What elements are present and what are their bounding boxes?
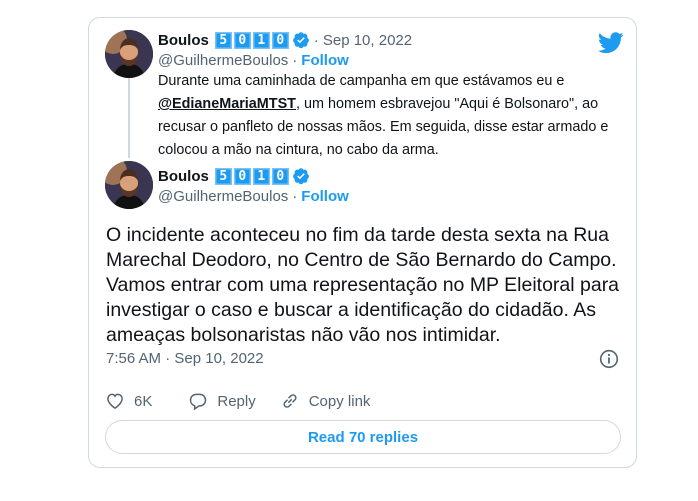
follow-button[interactable]: Follow [301, 188, 349, 205]
tweet-date[interactable]: Sep 10, 2022 [323, 32, 412, 49]
badge-digit: 5 [214, 31, 232, 49]
verified-badge-icon [292, 168, 309, 185]
reply-button[interactable]: Reply [188, 391, 256, 411]
avatar[interactable] [105, 161, 153, 209]
separator-dot: · [292, 188, 298, 205]
badge-digits: 5 0 1 0 [214, 31, 291, 49]
twitter-bird-icon[interactable] [598, 32, 624, 54]
quoted-author-row: Boulos 5 0 1 0 · Sep 10, 2022 [158, 31, 412, 49]
info-icon[interactable] [599, 349, 619, 369]
main-handle-row: @GuilhermeBoulos · Follow [158, 188, 349, 205]
author-handle[interactable]: @GuilhermeBoulos [158, 52, 288, 69]
badge-digits: 5 0 1 0 [214, 167, 291, 185]
quoted-handle-row: @GuilhermeBoulos · Follow [158, 52, 349, 69]
author-name[interactable]: Boulos [158, 32, 209, 49]
link-icon [283, 394, 297, 408]
thread-connector-line [128, 78, 130, 158]
badge-digit: 1 [252, 167, 270, 185]
mention-link[interactable]: @EdianeMariaMTST [158, 96, 296, 112]
copy-link-label: Copy link [308, 392, 371, 410]
heart-icon [107, 393, 123, 409]
quoted-text-part: Durante uma caminhada de campanha em que… [158, 73, 565, 89]
quoted-tweet-text: Durante uma caminhada de campanha em que… [158, 70, 628, 162]
main-author-row: Boulos 5 0 1 0 [158, 167, 310, 185]
avatar[interactable] [105, 30, 153, 78]
badge-digit: 0 [271, 167, 289, 185]
badge-digit: 0 [233, 167, 251, 185]
tweet-actions: 6K Reply Copy link [105, 391, 370, 411]
badge-digit: 0 [271, 31, 289, 49]
separator-dot: · [313, 31, 319, 49]
like-count: 6K [134, 392, 153, 410]
follow-button[interactable]: Follow [301, 52, 349, 69]
badge-digit: 5 [214, 167, 232, 185]
author-handle[interactable]: @GuilhermeBoulos [158, 188, 288, 205]
reply-bubble-icon [190, 393, 207, 411]
verified-badge-icon [292, 32, 309, 49]
tweet-timestamp[interactable]: 7:56 AM · Sep 10, 2022 [106, 350, 264, 367]
separator-dot: · [292, 52, 298, 69]
copy-link-button[interactable]: Copy link [280, 391, 371, 411]
like-button[interactable]: 6K [105, 391, 152, 411]
author-name[interactable]: Boulos [158, 168, 209, 185]
tweet-text: O incidente aconteceu no fim da tarde de… [106, 224, 620, 346]
badge-digit: 0 [233, 31, 251, 49]
read-replies-button[interactable]: Read 70 replies [105, 420, 621, 454]
reply-label: Reply [217, 392, 256, 410]
badge-digit: 1 [252, 31, 270, 49]
